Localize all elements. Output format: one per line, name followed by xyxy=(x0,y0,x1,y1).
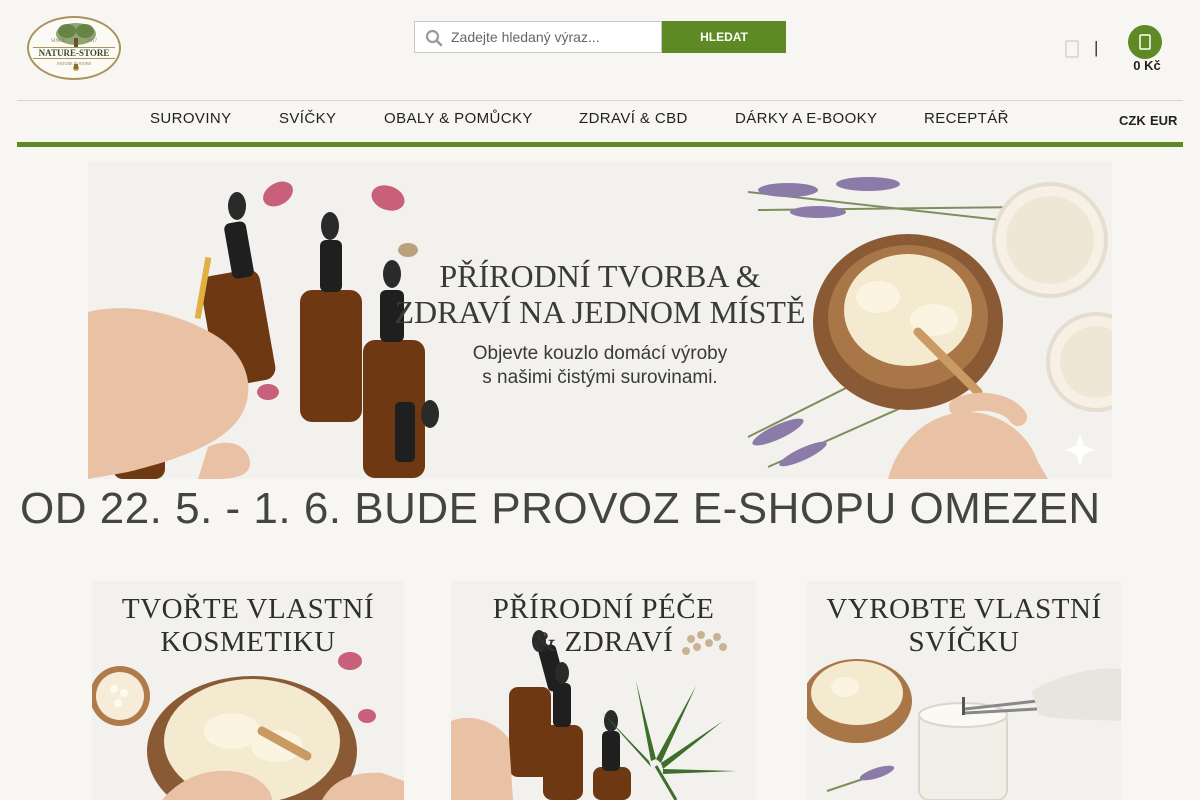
logo-since: SINCE xyxy=(51,39,66,44)
logo-year: 2017 xyxy=(87,39,97,44)
hero-banner[interactable]: PŘÍRODNÍ TVORBA & ZDRAVÍ NA JEDNOM MÍSTĚ… xyxy=(88,162,1112,479)
cart-button[interactable] xyxy=(1128,25,1162,59)
search-box xyxy=(414,21,662,53)
nav-item-obaly-pomucky[interactable]: OBALY & POMŮCKY xyxy=(384,110,533,127)
category-card-pece-zdravi[interactable]: PŘÍRODNÍ PÉČE & ZDRAVÍ xyxy=(451,581,756,800)
search-icon xyxy=(425,29,443,47)
card-title: TVOŘTE VLASTNÍ KOSMETIKU xyxy=(121,593,375,658)
hero-title: PŘÍRODNÍ TVORBA & ZDRAVÍ NA JEDNOM MÍSTĚ xyxy=(394,258,806,330)
logo[interactable]: SINCE 2017 NATURE-STORE NATURE IN STORE xyxy=(27,16,121,80)
nav-item-darky-ebooky[interactable]: DÁRKY A E-BOOKY xyxy=(735,110,877,127)
logo-tagline: NATURE IN STORE xyxy=(56,61,92,66)
category-card-svicka[interactable]: VYROBTE VLASTNÍ SVÍČKU xyxy=(807,581,1121,800)
logo-name: NATURE-STORE xyxy=(33,47,115,59)
search-button[interactable]: HLEDAT xyxy=(662,21,786,53)
card-title: PŘÍRODNÍ PÉČE & ZDRAVÍ xyxy=(492,593,715,658)
header-divider: | xyxy=(1094,38,1099,57)
user-icon[interactable] xyxy=(1065,40,1079,58)
card-title: VYROBTE VLASTNÍ SVÍČKU xyxy=(826,593,1102,658)
search-input[interactable] xyxy=(451,22,656,52)
cart-total[interactable]: 0 Kč xyxy=(1120,58,1174,73)
nav-item-svicky[interactable]: SVÍČKY xyxy=(279,110,336,127)
nav-accent-bar xyxy=(17,142,1183,147)
nav-item-zdravi-cbd[interactable]: ZDRAVÍ & CBD xyxy=(579,110,688,127)
nav-item-receptar[interactable]: RECEPTÁŘ xyxy=(924,110,1009,127)
nav-item-suroviny[interactable]: SUROVINY xyxy=(150,110,232,127)
shop-notice: OD 22. 5. - 1. 6. BUDE PROVOZ E-SHOPU OM… xyxy=(20,484,1101,533)
currency-czk[interactable]: CZK xyxy=(1119,113,1146,128)
main-nav: SUROVINY SVÍČKY OBALY & POMŮCKY ZDRAVÍ &… xyxy=(17,101,1183,142)
currency-eur[interactable]: EUR xyxy=(1150,113,1177,128)
cart-icon xyxy=(1139,34,1151,50)
category-card-kosmetika[interactable]: TVOŘTE VLASTNÍ KOSMETIKU xyxy=(92,581,404,800)
hero-subtitle: Objevte kouzlo domácí výroby s našimi či… xyxy=(472,343,728,388)
